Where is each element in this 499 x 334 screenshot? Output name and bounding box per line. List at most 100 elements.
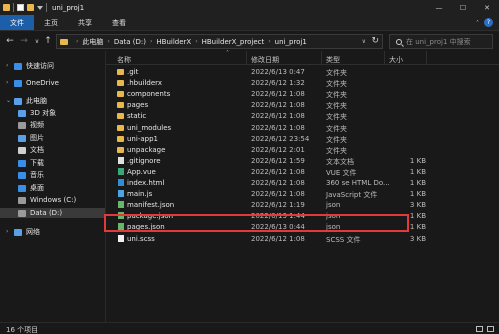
chevron-right-icon[interactable]: › bbox=[6, 62, 8, 69]
up-arrow-icon[interactable]: ↑ bbox=[42, 35, 54, 47]
sidebar-item-label: 快速访问 bbox=[26, 62, 54, 70]
file-name: .hbuilderx bbox=[127, 79, 163, 88]
breadcrumb-hbuilderx-project[interactable]: HBuilderX_project bbox=[202, 38, 265, 46]
back-icon[interactable]: ← bbox=[4, 35, 16, 47]
details-view-icon[interactable] bbox=[476, 326, 483, 332]
sidebar-item-videos[interactable]: 视频 bbox=[18, 120, 44, 130]
chevron-right-icon[interactable]: › bbox=[195, 38, 197, 45]
divider bbox=[46, 3, 47, 12]
chevron-right-icon[interactable]: › bbox=[107, 38, 109, 45]
sidebar-item-label: 此电脑 bbox=[26, 97, 47, 105]
sidebar-item-music[interactable]: 音乐 bbox=[18, 170, 44, 180]
chevron-down-icon[interactable]: ⌄ bbox=[6, 97, 11, 104]
drive-icon bbox=[18, 209, 26, 217]
file-name: components bbox=[127, 90, 171, 99]
column-divider[interactable] bbox=[321, 51, 322, 65]
file-date: 2022/6/12 1:08 bbox=[251, 112, 305, 121]
file-type: 文件夹 bbox=[326, 135, 347, 144]
maximize-button[interactable]: ☐ bbox=[451, 0, 475, 15]
chevron-right-icon[interactable]: › bbox=[6, 228, 8, 235]
file-row[interactable]: uni.scss 2022/6/12 1:08 SCSS 文件 3 KB bbox=[106, 234, 499, 245]
status-bar: 16 个项目 bbox=[0, 322, 499, 334]
help-icon[interactable]: ? bbox=[484, 18, 493, 27]
file-row[interactable]: components 2022/6/12 1:08 文件夹 bbox=[106, 89, 499, 100]
column-type[interactable]: 类型 bbox=[326, 55, 340, 65]
file-type: JavaScript 文件 bbox=[326, 191, 378, 200]
folder-icon bbox=[60, 38, 68, 45]
column-divider[interactable] bbox=[246, 51, 247, 65]
breadcrumb-this-pc[interactable]: 此电脑 bbox=[82, 37, 103, 47]
properties-icon[interactable] bbox=[17, 4, 24, 11]
sidebar-item-data-d[interactable]: Data (D:) bbox=[0, 208, 105, 218]
file-row[interactable]: App.vue 2022/6/12 1:08 VUE 文件 1 KB bbox=[106, 167, 499, 178]
folder-icon bbox=[3, 4, 10, 11]
js-file-icon bbox=[118, 190, 124, 198]
column-date[interactable]: 修改日期 bbox=[251, 55, 279, 65]
large-icons-view-icon[interactable] bbox=[487, 326, 494, 332]
sidebar-item-onedrive[interactable]: OneDrive bbox=[14, 78, 59, 88]
tab-home[interactable]: 主页 bbox=[34, 15, 68, 30]
sidebar-item-3d-objects[interactable]: 3D 对象 bbox=[18, 108, 56, 118]
column-size[interactable]: 大小 bbox=[389, 55, 403, 65]
new-folder-icon[interactable] bbox=[27, 4, 34, 11]
chevron-up-icon[interactable]: ˄ bbox=[476, 20, 479, 27]
breadcrumb-data-drive[interactable]: Data (D:) bbox=[114, 38, 146, 46]
chevron-right-icon[interactable]: › bbox=[268, 38, 270, 45]
column-divider[interactable] bbox=[426, 51, 427, 65]
folder-icon bbox=[117, 91, 124, 98]
file-row[interactable]: uni_modules 2022/6/12 1:08 文件夹 bbox=[106, 123, 499, 134]
file-type: 文件夹 bbox=[326, 102, 347, 111]
file-row[interactable]: unpackage 2022/6/12 2:01 文件夹 bbox=[106, 145, 499, 156]
breadcrumb-uni-proj1[interactable]: uni_proj1 bbox=[275, 38, 307, 46]
tab-view[interactable]: 查看 bbox=[102, 15, 136, 30]
folder-icon bbox=[117, 146, 124, 153]
file-name: uni.scss bbox=[127, 234, 155, 243]
file-row[interactable]: manifest.json 2022/6/12 1:19 json 3 KB bbox=[106, 200, 499, 211]
file-size: 3 KB bbox=[409, 234, 426, 243]
close-button[interactable]: ✕ bbox=[475, 0, 499, 15]
forward-icon[interactable]: → bbox=[18, 35, 30, 47]
tab-share[interactable]: 共享 bbox=[68, 15, 102, 30]
file-row[interactable]: uni-app1 2022/6/12 23:54 文件夹 bbox=[106, 134, 499, 145]
breadcrumb-hbuilderx[interactable]: HBuilderX bbox=[156, 38, 191, 46]
item-count: 16 个项目 bbox=[6, 326, 39, 334]
chevron-down-icon[interactable]: ∨ bbox=[362, 38, 366, 45]
file-name: unpackage bbox=[127, 145, 166, 154]
chevron-right-icon[interactable]: › bbox=[6, 79, 8, 86]
sidebar-item-desktop[interactable]: 桌面 bbox=[18, 183, 44, 193]
sidebar-item-network[interactable]: 网络 bbox=[14, 227, 40, 237]
sidebar-item-windows-c[interactable]: Windows (C:) bbox=[18, 195, 76, 205]
chevron-right-icon[interactable]: › bbox=[150, 38, 152, 45]
sidebar-item-pictures[interactable]: 图片 bbox=[18, 133, 44, 143]
chevron-down-icon[interactable] bbox=[37, 5, 43, 10]
file-row[interactable]: index.html 2022/6/12 1:08 360 se HTML Do..… bbox=[106, 178, 499, 189]
sidebar-item-quick-access[interactable]: 快速访问 bbox=[14, 61, 54, 71]
file-row[interactable]: static 2022/6/12 1:08 文件夹 bbox=[106, 111, 499, 122]
chevron-up-icon: ˄ bbox=[226, 50, 229, 57]
sidebar-item-downloads[interactable]: 下载 bbox=[18, 158, 44, 168]
column-name[interactable]: 名称 bbox=[117, 55, 131, 65]
sidebar-item-label: 下载 bbox=[30, 159, 44, 167]
tab-file[interactable]: 文件 bbox=[0, 15, 34, 30]
address-bar[interactable]: › 此电脑 › Data (D:) › HBuilderX › HBuilder… bbox=[56, 34, 383, 49]
refresh-icon[interactable]: ↻ bbox=[371, 36, 379, 46]
file-type: 文件夹 bbox=[326, 146, 347, 155]
file-row[interactable]: pages 2022/6/12 1:08 文件夹 bbox=[106, 100, 499, 111]
title-bar: uni_proj1 — ☐ ✕ bbox=[0, 0, 499, 15]
file-date: 2022/6/12 1:08 bbox=[251, 101, 305, 110]
file-row[interactable]: main.js 2022/6/12 1:08 JavaScript 文件 1 KB bbox=[106, 189, 499, 200]
sidebar-item-this-pc[interactable]: 此电脑 bbox=[14, 96, 47, 106]
star-icon bbox=[14, 62, 22, 70]
file-name: main.js bbox=[127, 190, 153, 199]
file-name: static bbox=[127, 112, 147, 121]
chevron-right-icon[interactable]: › bbox=[76, 38, 78, 45]
file-date: 2022/6/12 1:08 bbox=[251, 90, 305, 99]
search-input[interactable]: 在 uni_proj1 中搜索 bbox=[389, 34, 493, 49]
file-row[interactable]: .git 2022/6/13 0:47 文件夹 bbox=[106, 67, 499, 78]
file-row[interactable]: .hbuilderx 2022/6/12 1:32 文件夹 bbox=[106, 78, 499, 89]
minimize-button[interactable]: — bbox=[427, 0, 451, 15]
json-file-icon bbox=[118, 201, 124, 209]
file-row[interactable]: .gitignore 2022/6/12 1:59 文本文档 1 KB bbox=[106, 156, 499, 167]
sidebar-item-documents[interactable]: 文档 bbox=[18, 145, 44, 155]
column-divider[interactable] bbox=[384, 51, 385, 65]
